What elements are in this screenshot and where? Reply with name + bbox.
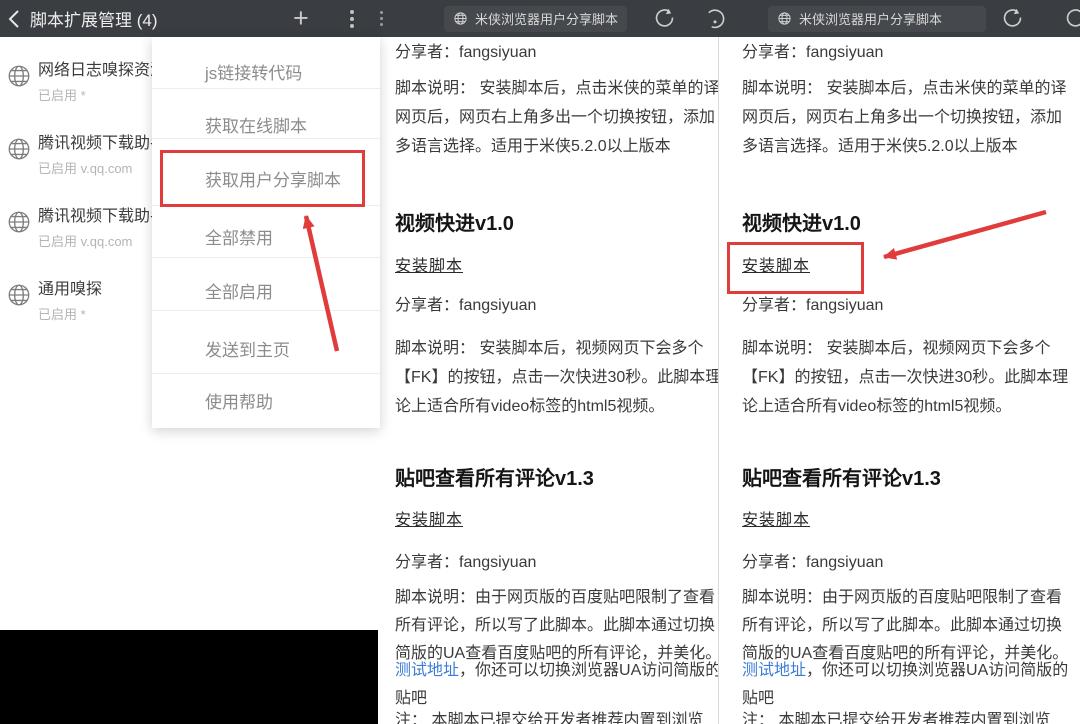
redacted-black-region [0,630,378,724]
desc-line: 贴吧 [742,688,774,710]
red-highlight-box [160,150,365,207]
globe-icon [6,282,32,308]
desc-line-with-link: 测试地址，你还可以切换浏览器UA访问简版的 [395,660,718,682]
script-heading-video: 视频快进v1.0 [395,213,514,235]
menu-item-send-to-home[interactable]: 发送到主页 [205,336,290,361]
desc-line: 【FK】的按钮，点击一次快进30秒。此脚本理 [742,367,1068,389]
note-line: 注： 本脚本已提交给开发者推荐内置到浏览 [742,710,1050,724]
menu-item-help[interactable]: 使用帮助 [205,388,273,413]
sharer-line: 分享者：fangsiyuan [395,552,536,574]
install-script-link[interactable]: 安装脚本 [742,510,810,532]
refresh-icon-clipped [1064,0,1080,37]
top-bar: 脚本扩展管理 (4) + 米侠浏览器用户分享脚本 米侠浏览器用户分享脚本 [0,0,1080,37]
desc-line: 所有评论，所以写了此脚本。此脚本通过切换 [395,615,715,637]
script-heading-tieba: 贴吧查看所有评论v1.3 [742,468,941,490]
screenshot-root: 脚本扩展管理 (4) + 米侠浏览器用户分享脚本 米侠浏览器用户分享脚本 [0,0,1080,724]
address-title: 米侠浏览器用户分享脚本 [475,9,618,28]
sharer-line: 分享者：fangsiyuan [742,42,883,64]
browser-page-right: 分享者：fangsiyuan 脚本说明： 安装脚本后，点击米侠的菜单的译 网页后… [719,37,1080,724]
desc-line: 网页后，网页右上角多出一个切换按钮，添加 [395,107,715,129]
address-bar-right[interactable]: 米侠浏览器用户分享脚本 [768,0,986,37]
overflow-dropdown-menu: js链接转代码 获取在线脚本 获取用户分享脚本 全部禁用 全部启用 发送到主页 … [152,37,380,428]
script-title: 网络日志嗅探资源 [38,56,166,80]
browser-menu-button-mid[interactable] [376,0,387,37]
overflow-menu-button[interactable] [346,0,358,37]
globe-icon [6,209,32,235]
globe-icon [6,136,32,162]
address-bar-mid[interactable]: 米侠浏览器用户分享脚本 [444,0,627,37]
page-title: 脚本扩展管理 (4) [30,6,158,31]
desc-line: 脚本说明：由于网页版的百度贴吧限制了查看 [395,587,715,609]
note-line: 注： 本脚本已提交给开发者推荐内置到浏览 [395,710,703,724]
test-url-link[interactable]: 测试地址 [742,662,806,679]
desc-line: 多语言选择。适用于米侠5.2.0以上版本 [395,136,671,158]
desc-line: 脚本说明：由于网页版的百度贴吧限制了查看 [742,587,1062,609]
menu-item-disable-all[interactable]: 全部禁用 [205,224,273,249]
history-button[interactable] [704,0,727,37]
desc-line: 所有评论，所以写了此脚本。此脚本通过切换 [742,615,1062,637]
install-script-link[interactable]: 安装脚本 [395,510,463,532]
add-script-button[interactable]: + [293,0,309,37]
script-title: 腾讯视频下载助手 [38,202,166,226]
back-button[interactable] [8,0,20,37]
desc-line: 论上适合所有video标签的html5视频。 [395,396,664,418]
menu-item-enable-all[interactable]: 全部启用 [205,278,273,303]
script-heading-video: 视频快进v1.0 [742,213,861,235]
desc-line: 论上适合所有video标签的html5视频。 [742,396,1011,418]
desc-line: 脚本说明： 安装脚本后，点击米侠的菜单的译 [395,78,718,100]
plus-icon: + [293,5,309,32]
menu-item-online-scripts[interactable]: 获取在线脚本 [205,112,307,137]
globe-icon [453,11,468,26]
sharer-line: 分享者：fangsiyuan [742,552,883,574]
desc-line: 脚本说明： 安装脚本后，视频网页下会多个 [742,338,1050,360]
test-url-link[interactable]: 测试地址 [395,662,459,679]
script-heading-tieba: 贴吧查看所有评论v1.3 [395,468,594,490]
kebab-icon [376,7,387,30]
script-title: 通用嗅探 [38,275,102,299]
menu-item-js-link[interactable]: js链接转代码 [205,59,302,84]
script-status: 已启用 v.qq.com [38,231,132,250]
refresh-history-icon [704,7,727,30]
panel-divider [718,37,719,724]
desc-line: 网页后，网页右上角多出一个切换按钮，添加 [742,107,1062,129]
chevron-left-icon [8,9,20,29]
sharer-line: 分享者：fangsiyuan [395,295,536,317]
desc-line: 贴吧 [395,688,427,710]
refresh-button-mid[interactable] [653,0,676,37]
globe-icon [6,63,32,89]
refresh-icon [1001,7,1024,30]
sharer-line: 分享者：fangsiyuan [742,295,883,317]
address-title: 米侠浏览器用户分享脚本 [799,9,942,28]
desc-line: 脚本说明： 安装脚本后，视频网页下会多个 [395,338,703,360]
browser-page-middle: 分享者：fangsiyuan 脚本说明： 安装脚本后，点击米侠的菜单的译 网页后… [380,37,718,724]
script-status: 已启用 * [38,304,86,323]
red-highlight-box [727,242,864,294]
kebab-icon [346,6,358,32]
script-status: 已启用 * [38,85,86,104]
desc-line: 【FK】的按钮，点击一次快进30秒。此脚本理 [395,367,718,389]
desc-line: 脚本说明： 安装脚本后，点击米侠的菜单的译 [742,78,1066,100]
globe-icon [777,11,792,26]
refresh-button-right[interactable] [1001,0,1024,37]
desc-line: 多语言选择。适用于米侠5.2.0以上版本 [742,136,1018,158]
refresh-icon [653,7,676,30]
desc-line-with-link: 测试地址，你还可以切换浏览器UA访问简版的 [742,660,1068,682]
script-title: 腾讯视频下载助手 [38,129,166,153]
install-script-link[interactable]: 安装脚本 [395,256,463,278]
sharer-line: 分享者：fangsiyuan [395,42,536,64]
script-status: 已启用 v.qq.com [38,158,132,177]
